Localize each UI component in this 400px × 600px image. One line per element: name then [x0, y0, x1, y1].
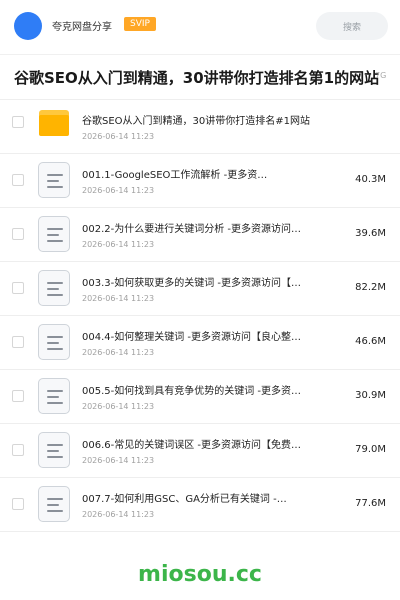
row-checkbox[interactable] [12, 498, 24, 510]
row-checkbox[interactable] [12, 282, 24, 294]
document-icon [38, 162, 70, 198]
watermark: miosou.cc [138, 562, 262, 587]
file-date: 2026-06-14 11:23 [82, 186, 155, 195]
row-checkbox[interactable] [12, 228, 24, 240]
list-item[interactable]: 谷歌SEO从入门到精通，30讲带你打造排名#1网站 2026-06-14 11:… [0, 100, 400, 154]
file-date: 2026-06-14 11:23 [82, 348, 155, 357]
list-item[interactable]: 002.2-为什么要进行关键词分析 -更多资源访问… 2026-06-14 11… [0, 208, 400, 262]
file-size: 77.6M [355, 498, 386, 509]
file-name: 005.5-如何找到具有竞争优势的关键词 -更多资… [82, 386, 302, 397]
file-size: 46.6M [355, 336, 386, 347]
file-date: 2026-06-14 11:23 [82, 294, 155, 303]
row-checkbox[interactable] [12, 390, 24, 402]
file-name: 007.7-如何利用GSC、GA分析已有关键词 -… [82, 494, 287, 505]
list-item[interactable]: 001.1-GoogleSEO工作流解析 -更多资… 2026-06-14 11… [0, 154, 400, 208]
file-name: 006.6-常见的关键词误区 -更多资源访问【免费… [82, 440, 302, 451]
search-button[interactable]: 搜索 [316, 12, 388, 40]
file-size: 30.9M [355, 390, 386, 401]
document-icon [38, 324, 70, 360]
file-name: 谷歌SEO从入门到精通，30讲带你打造排名#1网站 [82, 116, 311, 127]
list-item[interactable]: 003.3-如何获取更多的关键词 -更多资源访问【… 2026-06-14 11… [0, 262, 400, 316]
file-name: 003.3-如何获取更多的关键词 -更多资源访问【… [82, 278, 302, 289]
svip-badge: SVIP [124, 17, 156, 31]
file-size: 40.3M [355, 174, 386, 185]
document-icon [38, 270, 70, 306]
file-size: 82.2M [355, 282, 386, 293]
file-size: 39.6M [355, 228, 386, 239]
document-icon [38, 216, 70, 252]
document-icon [38, 486, 70, 522]
file-name: 001.1-GoogleSEO工作流解析 -更多资… [82, 170, 268, 181]
top-bar: 夸克网盘分享 SVIP 搜索 [0, 0, 400, 54]
user-avatar[interactable] [14, 12, 42, 40]
total-size: 7G [375, 71, 387, 80]
file-size: 79.0M [355, 444, 386, 455]
file-date: 2026-06-14 11:23 [82, 456, 155, 465]
page-title: 谷歌SEO从入门到精通，30讲带你打造排名第1的网站 [14, 69, 380, 87]
row-checkbox[interactable] [12, 444, 24, 456]
document-icon [38, 432, 70, 468]
file-date: 2026-06-14 11:23 [82, 132, 155, 141]
row-checkbox[interactable] [12, 336, 24, 348]
document-icon [38, 378, 70, 414]
list-item[interactable]: 005.5-如何找到具有竞争优势的关键词 -更多资… 2026-06-14 11… [0, 370, 400, 424]
list-item[interactable]: 007.7-如何利用GSC、GA分析已有关键词 -… 2026-06-14 11… [0, 478, 400, 532]
file-date: 2026-06-14 11:23 [82, 402, 155, 411]
file-name: 004.4-如何整理关键词 -更多资源访问【良心整… [82, 332, 302, 343]
file-name: 002.2-为什么要进行关键词分析 -更多资源访问… [82, 224, 302, 235]
share-title-bar: 谷歌SEO从入门到精通，30讲带你打造排名第1的网站 7G [0, 54, 400, 100]
list-item[interactable]: 006.6-常见的关键词误区 -更多资源访问【免费… 2026-06-14 11… [0, 424, 400, 478]
list-item[interactable]: 004.4-如何整理关键词 -更多资源访问【良心整… 2026-06-14 11… [0, 316, 400, 370]
username: 夸克网盘分享 [52, 22, 112, 33]
row-checkbox[interactable] [12, 116, 24, 128]
folder-icon [39, 110, 69, 136]
file-date: 2026-06-14 11:23 [82, 510, 155, 519]
file-list: 谷歌SEO从入门到精通，30讲带你打造排名#1网站 2026-06-14 11:… [0, 100, 400, 532]
file-date: 2026-06-14 11:23 [82, 240, 155, 249]
row-checkbox[interactable] [12, 174, 24, 186]
